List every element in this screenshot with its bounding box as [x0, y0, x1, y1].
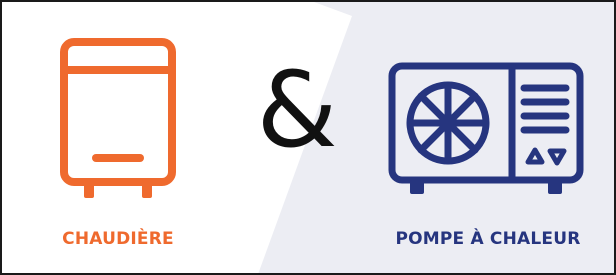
heat-pump-icon [388, 62, 584, 194]
boiler-label: CHAUDIÈRE [62, 229, 174, 249]
comparison-banner: & CHAUDIÈRE POMPE À CHALEUR [0, 0, 616, 275]
heat-pump-label: POMPE À CHALEUR [395, 229, 581, 249]
ampersand-symbol: & [256, 49, 338, 171]
boiler-icon [60, 38, 176, 198]
